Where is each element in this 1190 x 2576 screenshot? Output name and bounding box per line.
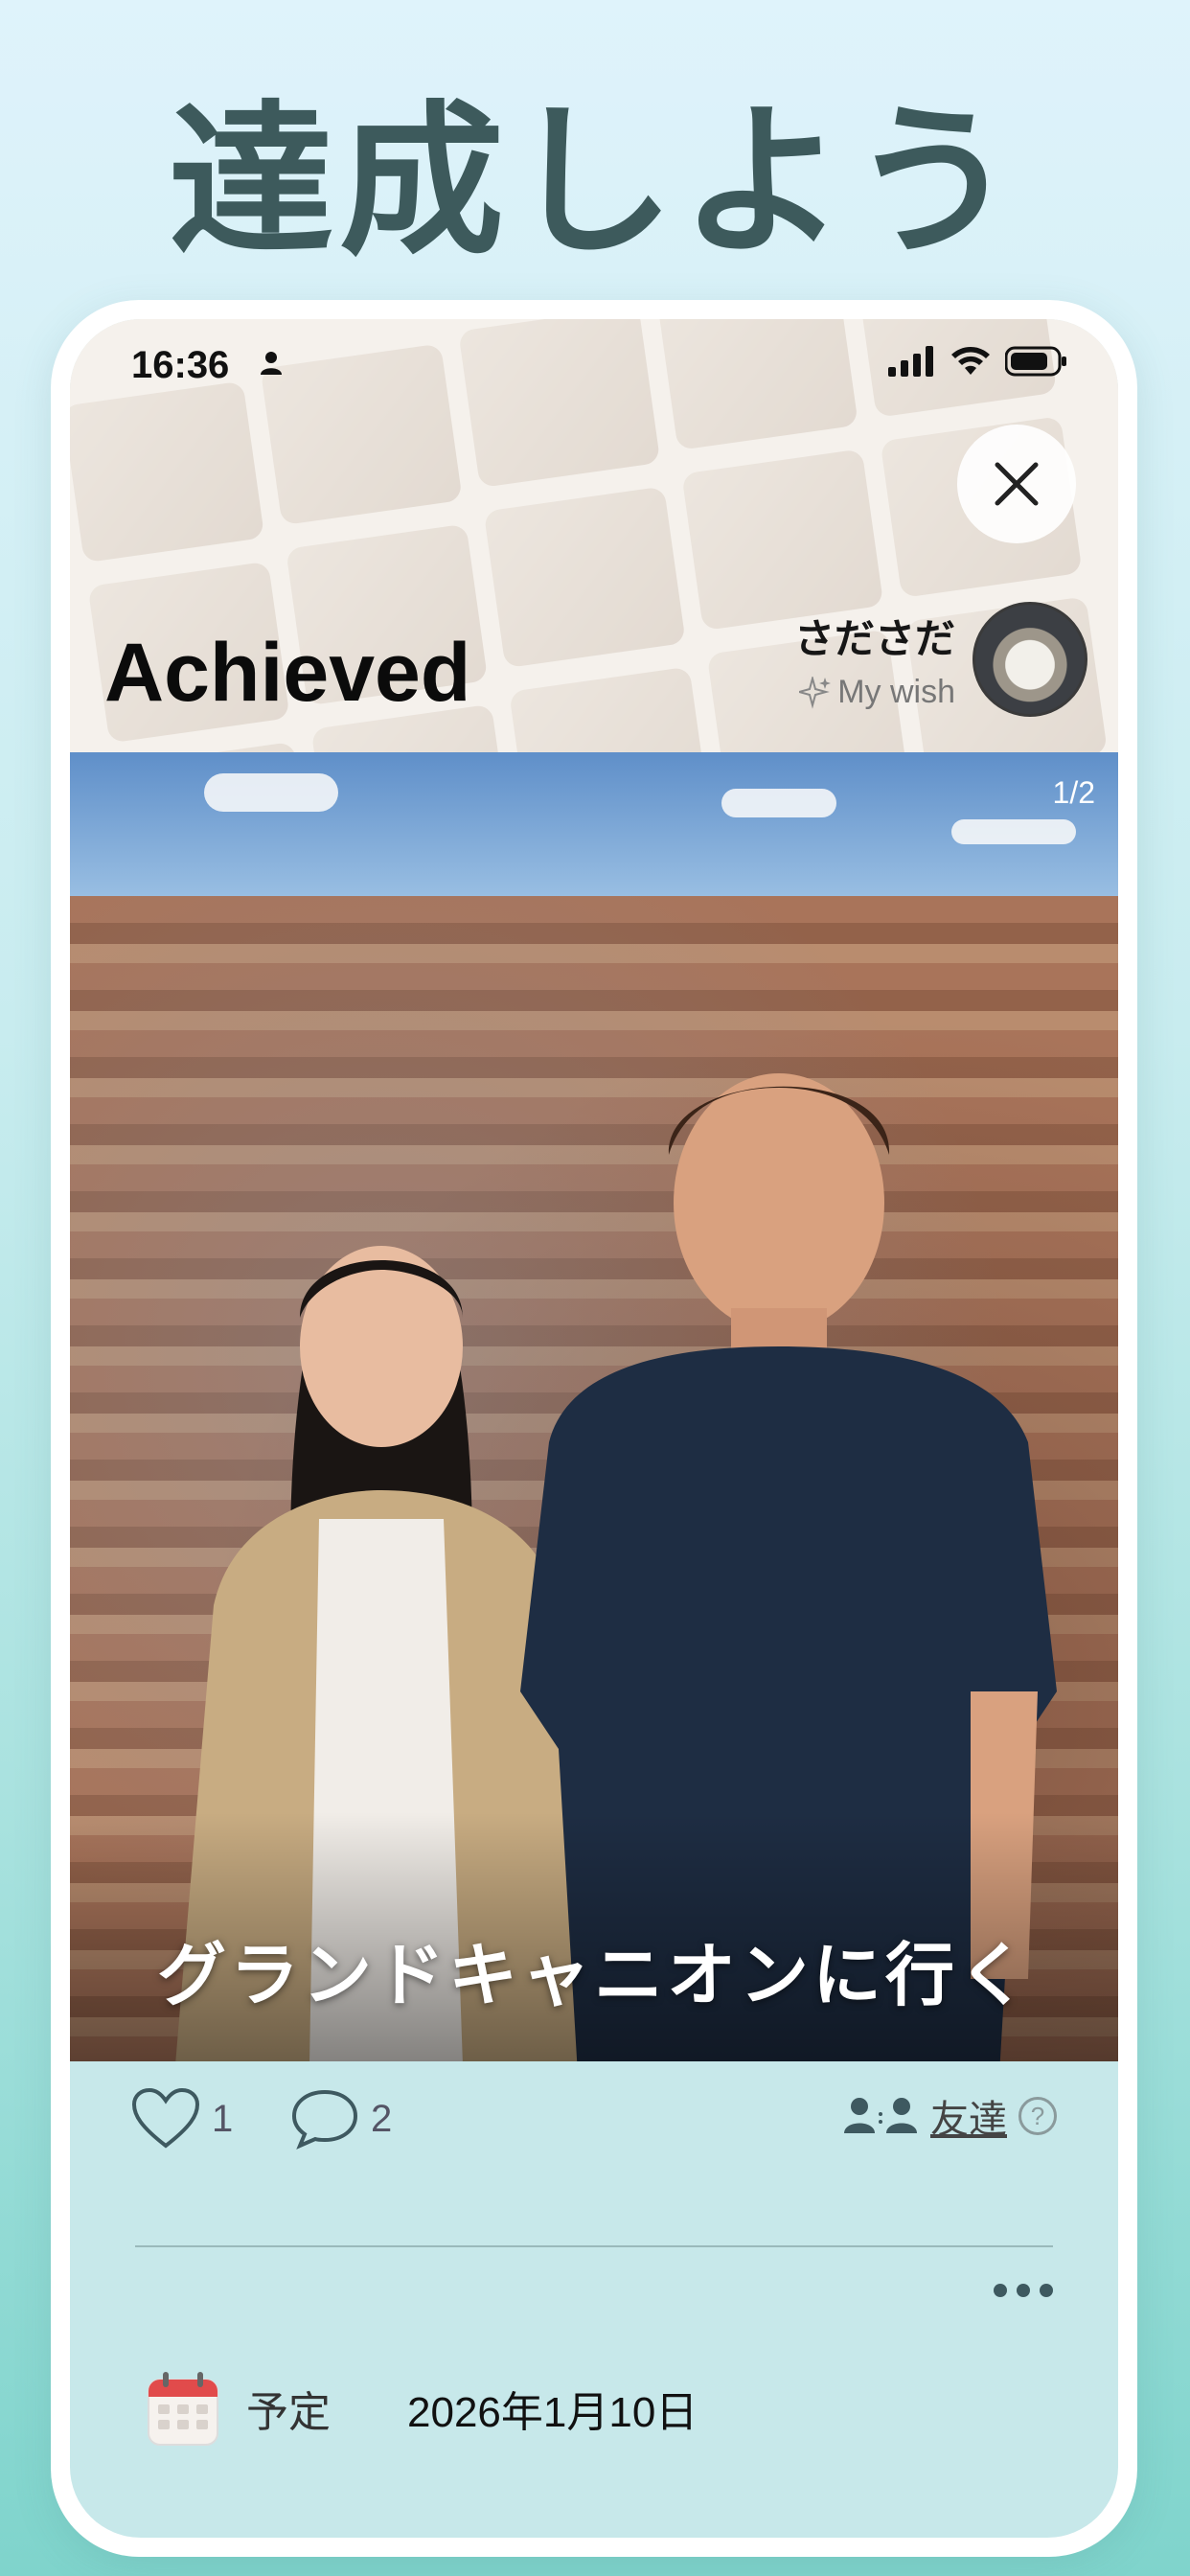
- status-bar: 16:36: [70, 319, 1118, 405]
- wish-label: My wish: [837, 674, 955, 710]
- avatar[interactable]: [973, 602, 1087, 717]
- cellular-signal-icon: [888, 346, 933, 377]
- schedule-row: 予定 2026年1月10日: [147, 2370, 698, 2447]
- user-name[interactable]: さださだ: [794, 607, 955, 665]
- sparkle-icon: [799, 676, 832, 709]
- more-dot-icon: [994, 2284, 1007, 2297]
- more-dot-icon: [1040, 2284, 1053, 2297]
- promo-headline: 達成しよう: [169, 85, 1021, 278]
- comment-button[interactable]: 2: [290, 2088, 392, 2150]
- help-icon[interactable]: ?: [1018, 2097, 1057, 2135]
- wish-caption: グランドキャニオンに行く: [156, 1935, 1031, 2015]
- comment-icon: [291, 2089, 358, 2150]
- more-dot-icon: [1017, 2284, 1030, 2297]
- app-screen: 16:36 Achieved さださだ My wish 1/2 グランドキャニオ…: [70, 319, 1118, 2538]
- visibility-selector[interactable]: 友達 ?: [842, 2088, 1057, 2144]
- page-title: Achieved: [104, 627, 471, 719]
- photo-counter: 1/2: [1052, 775, 1095, 810]
- visibility-label: 友達: [930, 2099, 1007, 2141]
- wish-link[interactable]: My wish: [799, 674, 955, 711]
- battery-icon: [1005, 346, 1066, 377]
- wifi-icon: [951, 347, 990, 375]
- phone-frame: 16:36 Achieved さださだ My wish 1/2 グランドキャニオ…: [51, 300, 1137, 2557]
- person-icon: [261, 352, 282, 375]
- close-icon: [995, 462, 1039, 506]
- status-time: 16:36: [131, 344, 230, 386]
- actions-bar: 1 2 友達 ?: [70, 2061, 1118, 2186]
- schedule-label: 予定: [246, 2388, 331, 2437]
- schedule-date[interactable]: 2026年1月10日: [407, 2378, 698, 2439]
- calendar-icon: [148, 2372, 218, 2446]
- comment-count: 2: [371, 2097, 393, 2140]
- header: 16:36 Achieved さださだ My wish: [70, 319, 1118, 752]
- friends-icon: [844, 2098, 917, 2133]
- close-button[interactable]: [957, 425, 1076, 543]
- like-button[interactable]: 1: [131, 2088, 233, 2150]
- more-options-button[interactable]: [994, 2284, 1053, 2297]
- divider: [135, 2245, 1053, 2247]
- like-count: 1: [212, 2097, 234, 2140]
- heart-icon: [131, 2088, 200, 2149]
- achievement-photo[interactable]: 1/2 グランドキャニオンに行く: [70, 752, 1118, 2061]
